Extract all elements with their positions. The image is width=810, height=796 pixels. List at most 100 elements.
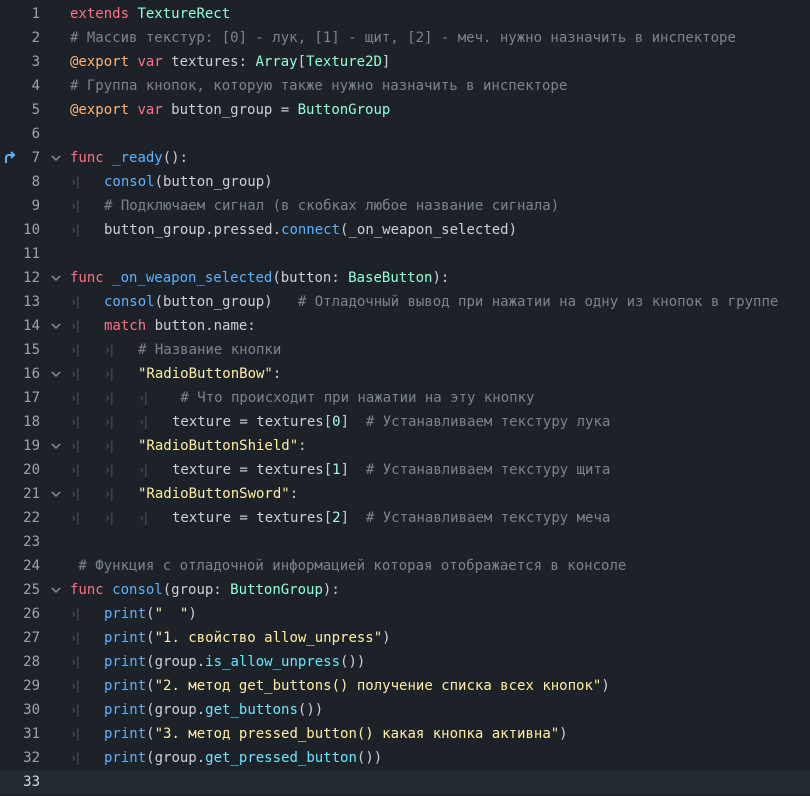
code-token: ) [601,678,610,694]
code-token: @export [70,54,130,70]
code-line[interactable]: 23 [0,530,810,554]
chevron-down-icon[interactable] [51,153,61,163]
code-token: # Название кнопки [138,342,282,358]
code-line[interactable]: 28 ›| print(group.is_allow_unpress()) [0,650,810,674]
code-token: # Устанавливаем текстуру меча [365,510,611,526]
tab-indent-icon: ›| [70,511,81,525]
code-token: # Массив текстур: [0] - лук, [1] - щит, … [70,30,736,46]
code-text: # Что происходит при нажатии на эту кноп… [172,386,534,410]
code-token: (group. [146,702,206,718]
line-number: 9 [31,198,40,214]
code-text: texture = textures[0] # Устанавливаем те… [172,410,610,434]
code-text: # Название кнопки [138,338,281,362]
code-line[interactable]: 5 @export var button_group = ButtonGroup [0,98,810,122]
tab-indent-icon: ›| [70,655,81,669]
code-line[interactable]: 24 # Функция с отладочной информацией ко… [0,554,810,578]
line-number: 28 [23,654,40,670]
code-token: ): [432,270,450,286]
code-line[interactable]: 10 ›| button_group.pressed.connect(_on_wea… [0,218,810,242]
connected-signal-icon[interactable] [4,151,18,165]
tab-indent-icon: ›| [70,463,81,477]
code-line[interactable]: 18 ›| ›| ›| texture = textures[0] # Устанавл… [0,410,810,434]
tab-indent-icon: ›| [138,463,149,477]
code-line[interactable]: 11 [0,242,810,266]
code-line[interactable]: 30 ›| print(group.get_buttons()) [0,698,810,722]
chevron-down-icon[interactable] [51,441,61,451]
code-line[interactable]: 12 func _on_weapon_selected(button: BaseB… [0,266,810,290]
code-token: ( [146,606,155,622]
code-line[interactable]: 26 ›| print(" ") [0,602,810,626]
code-line[interactable]: 13 ›| consol(button_group) # Отладочный вы… [0,290,810,314]
code-token: print [104,654,147,670]
line-number: 29 [23,678,40,694]
code-line[interactable]: 14 ›| match button.name: [0,314,810,338]
code-token: ] [381,54,391,70]
code-text: func _ready(): [70,146,188,170]
line-number: 8 [31,174,40,190]
chevron-down-icon[interactable] [51,273,61,283]
tab-indent-icon: ›| [104,487,115,501]
code-line[interactable]: 17 ›| ›| ›| # Что происходит при нажатии на… [0,386,810,410]
chevron-down-icon[interactable] [51,369,61,379]
code-token: button.name: [146,318,256,334]
code-token: ( [146,630,155,646]
tab-indent-icon: ›| [70,727,81,741]
tab-indent-icon: ›| [70,415,81,429]
line-number: 4 [31,78,40,94]
code-text: "RadioButtonShield": [138,434,307,458]
code-line[interactable]: 4 # Группа кнопок, которую также нужно на… [0,74,810,98]
code-line[interactable]: 22 ›| ›| ›| texture = textures[2] # Устанавл… [0,506,810,530]
code-line[interactable]: 9 ›| # Подключаем сигнал (в скобках любое … [0,194,810,218]
code-token: "1. свойство allow_unpress" [154,630,383,646]
line-number: 5 [31,102,40,118]
tab-indent-icon: ›| [70,295,81,309]
line-number: 20 [23,462,40,478]
tab-indent-icon: ›| [104,391,115,405]
code-line[interactable]: 32 ›| print(group.get_pressed_button()) [0,746,810,770]
code-token: : [298,438,307,454]
code-editor[interactable]: 1 extends TextureRect 2 # Массив текстур: [… [0,0,810,796]
code-line[interactable]: 1 extends TextureRect [0,2,810,26]
code-token: _on_weapon_selected [112,270,273,286]
tab-indent-icon: ›| [70,631,81,645]
code-line[interactable]: 31 ›| print("3. метод pressed_button() как… [0,722,810,746]
code-line[interactable]: 20 ›| ›| ›| texture = textures[1] # Устанавл… [0,458,810,482]
line-number: 16 [23,366,40,382]
code-line[interactable]: 27 ›| print("1. свойство allow_unpress") [0,626,810,650]
code-line[interactable]: 29 ›| print("2. метод get_buttons() получе… [0,674,810,698]
code-line[interactable]: 6 [0,122,810,146]
code-token: texture = textures[ [172,510,333,526]
code-line[interactable]: 21 ›| ›| "RadioButtonSword": [0,482,810,506]
code-token: is_allow_unpress [205,654,341,670]
code-line[interactable]: 33 [0,770,810,794]
line-number: 23 [23,534,40,550]
code-token: var [137,54,163,70]
code-token: ] [340,414,366,430]
code-token: print [104,726,147,742]
code-line[interactable]: 7 func _ready(): [0,146,810,170]
chevron-down-icon[interactable] [51,585,61,595]
code-token: consol [104,174,155,190]
code-text: texture = textures[2] # Устанавливаем те… [172,506,610,530]
chevron-down-icon[interactable] [51,321,61,331]
code-text: @export var button_group = ButtonGroup [70,98,390,122]
line-number: 25 [23,582,40,598]
code-line[interactable]: 15 ›| ›| # Название кнопки [0,338,810,362]
code-token: # Группа кнопок, которую также нужно наз… [70,78,568,94]
code-token: "3. метод pressed_button() какая кнопка … [154,726,560,742]
code-line[interactable]: 16 ›| ›| "RadioButtonBow": [0,362,810,386]
code-token: (group. [146,750,206,766]
code-text: func _on_weapon_selected(button: BaseBut… [70,266,449,290]
code-line[interactable]: 19 ›| ›| "RadioButtonShield": [0,434,810,458]
line-number: 18 [23,414,40,430]
code-text: button_group.pressed.connect(_on_weapon_… [104,218,517,242]
code-token: ()) [297,702,324,718]
chevron-down-icon[interactable] [51,489,61,499]
code-line[interactable]: 25 func consol(group: ButtonGroup): [0,578,810,602]
code-text: extends TextureRect [70,2,230,26]
tab-indent-icon: ›| [104,463,115,477]
code-line[interactable]: 3 @export var textures: Array[Texture2D] [0,50,810,74]
code-line[interactable]: 8 ›| consol(button_group) [0,170,810,194]
code-line[interactable]: 2 # Массив текстур: [0] - лук, [1] - щит,… [0,26,810,50]
